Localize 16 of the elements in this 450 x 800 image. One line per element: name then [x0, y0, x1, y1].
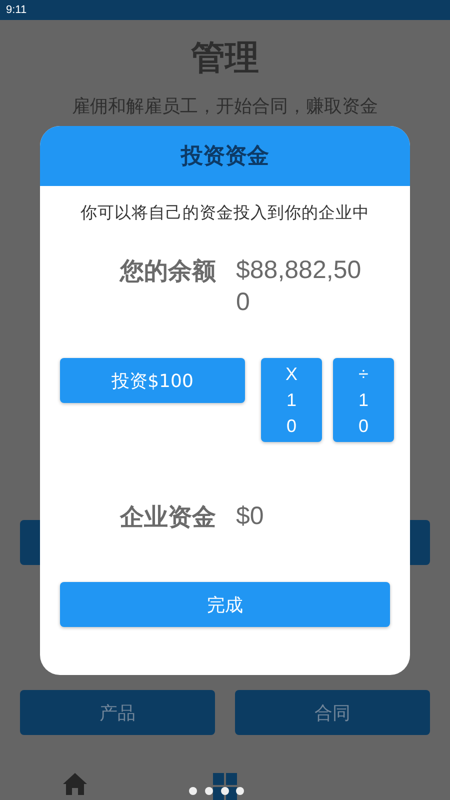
menu-button[interactable]: 产品	[20, 690, 215, 735]
grid-icon[interactable]	[213, 773, 237, 800]
multiply-button[interactable]: X10	[261, 358, 322, 442]
balance-label: 您的余额	[118, 256, 216, 287]
invest-button[interactable]: 投资$100	[60, 358, 245, 403]
done-button[interactable]: 完成	[60, 582, 390, 627]
balance-value: $88,882,500	[236, 255, 362, 318]
status-time: 9:11	[6, 4, 27, 16]
company-funds-label: 企业资金	[118, 502, 216, 533]
home-icon[interactable]	[62, 772, 88, 796]
dialog-description: 你可以将自己的资金投入到你的企业中	[80, 202, 370, 224]
menu-button[interactable]: 合同	[235, 690, 430, 735]
company-funds-value: $0	[236, 501, 265, 532]
page-dots-icon	[186, 786, 246, 796]
divide-button[interactable]: ÷10	[333, 358, 394, 442]
dialog-title: 投资资金	[181, 143, 269, 171]
